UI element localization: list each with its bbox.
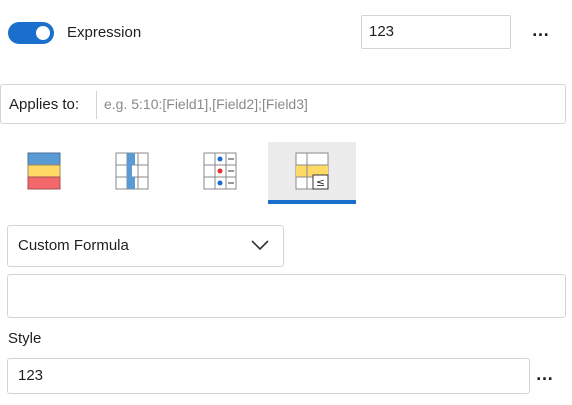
style-more-button[interactable]: …: [532, 358, 558, 394]
style-label: Style: [8, 330, 42, 347]
formula-type-selected: Custom Formula: [18, 237, 129, 254]
applies-to-label: Applies to:: [9, 96, 80, 113]
expression-toggle[interactable]: [8, 22, 54, 44]
conditional-format-panel: Expression 123 … Applies to: e.g. 5:10:[…: [0, 0, 572, 405]
chevron-down-icon: [251, 240, 269, 251]
tab-custom-rule[interactable]: ≤: [268, 142, 356, 204]
custom-rule-icon: ≤: [295, 152, 329, 190]
data-bar-icon: [115, 152, 149, 190]
toggle-knob: [36, 26, 50, 40]
formula-input[interactable]: [7, 274, 566, 318]
expression-label: Expression: [67, 24, 142, 41]
applies-to-separator: [96, 91, 97, 119]
applies-to-input[interactable]: [104, 90, 559, 118]
expression-more-button[interactable]: …: [528, 15, 554, 49]
formula-type-dropdown[interactable]: Custom Formula: [7, 225, 284, 267]
custom-rule-icon-symbol: ≤: [316, 176, 325, 189]
tab-icon-set[interactable]: [176, 142, 264, 204]
applies-to-field: Applies to:: [0, 84, 566, 124]
style-value-field[interactable]: 123: [7, 358, 530, 394]
tab-data-bar[interactable]: [88, 142, 176, 204]
color-scale-icon: [27, 152, 61, 190]
tab-color-scale[interactable]: [0, 142, 88, 204]
icon-set-icon: [203, 152, 237, 190]
expression-value-field[interactable]: 123: [361, 15, 511, 49]
